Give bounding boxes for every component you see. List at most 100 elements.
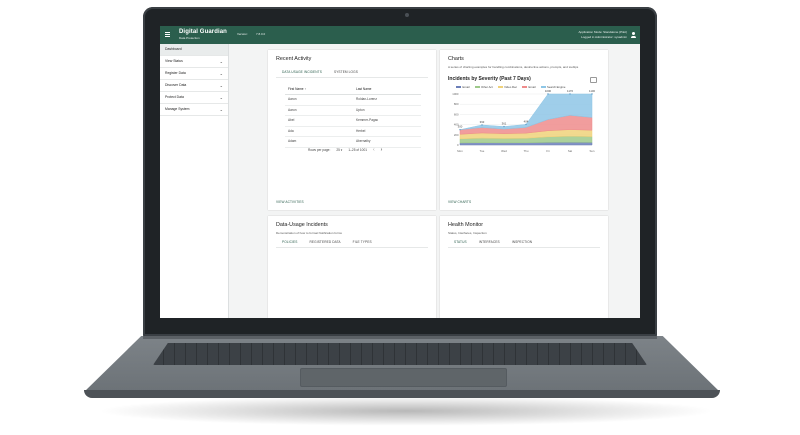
y-tick-label: 200 (454, 133, 459, 137)
x-tick-label: Tue (480, 149, 485, 153)
table-row[interactable]: Aaron Roldan-Lorenz (285, 95, 421, 106)
table-cell: Aaron (288, 107, 297, 112)
brand-name: Digital Guardian (179, 29, 227, 35)
app-screen: Digital Guardian Data Protection Version… (160, 26, 640, 318)
incidents-description: Demonstration of how to format Notificat… (276, 231, 342, 235)
hamburger-menu-icon[interactable] (165, 32, 170, 37)
table-row[interactable]: Adam Abernathy (285, 137, 421, 148)
laptop-trackpad (300, 368, 507, 387)
data-label: 1170 (567, 90, 573, 93)
sidebar-item-label: View Status (165, 59, 183, 63)
chevron-down-icon: ⌄ (219, 71, 223, 76)
sidebar-item-protect-data[interactable]: Protect Data ⌄ (160, 92, 228, 104)
table-cell: Abel (288, 118, 295, 122)
data-point (503, 125, 505, 128)
application-mode: Application Mode: Standalone (Pilot) (578, 30, 627, 34)
data-label: 393 (480, 120, 485, 124)
legend-item[interactable]: Email (456, 85, 470, 89)
tab-divider (276, 247, 428, 248)
legend-item[interactable]: Video Rec (497, 85, 517, 89)
rows-per-page-label: Rows per page: (308, 148, 331, 152)
charts-card: Charts A series of charting examples for… (440, 50, 608, 210)
sidebar-item-dashboard[interactable]: Dashboard (160, 44, 228, 56)
activity-table: First Name ↑ Last Name Aaron Roldan-Loren… (285, 85, 421, 148)
rows-per-page-value: 25 (336, 148, 340, 152)
x-tick-label: Thu (524, 149, 529, 153)
legend-label: Other Act (481, 85, 493, 89)
y-tick-label: 0 (457, 143, 459, 147)
legend-label: Email (462, 85, 470, 89)
chart-legend: Email Other Act Video Rec Email Search E… (456, 85, 565, 89)
tab-divider (276, 77, 428, 78)
table-cell: Kemmer-Pagac (356, 118, 379, 122)
y-tick-label: 1000 (452, 92, 459, 96)
table-header: First Name ↑ Last Name (285, 85, 421, 95)
data-label: 404 (524, 119, 529, 123)
app-header: Digital Guardian Data Protection Version… (160, 26, 640, 44)
version-value: 7.8.0.0 (256, 32, 266, 36)
table-cell: Aaron (288, 97, 297, 101)
print-icon[interactable] (590, 77, 597, 83)
table-cell: Herbel (356, 128, 366, 133)
legend-item[interactable]: Search Engine (540, 85, 565, 89)
chevron-down-icon: ⌄ (219, 59, 223, 64)
legend-item[interactable]: Other Act (474, 85, 493, 89)
table-cell: Roldan-Lorenz (356, 97, 377, 101)
column-header-last-name[interactable]: Last Name (356, 85, 421, 94)
incidents-title: Data-Usage Incidents (276, 222, 328, 228)
view-activities-link[interactable]: VIEW ACTIVITIES (276, 200, 304, 204)
data-point (459, 129, 461, 131)
data-point (481, 124, 483, 126)
data-label: 361 (502, 122, 507, 126)
charts-title: Charts (448, 56, 464, 62)
legend-swatch (540, 86, 546, 88)
sidebar-item-label: Protect Data (165, 95, 184, 99)
version-label: Version: (237, 32, 248, 36)
table-cell: Ada (288, 128, 294, 133)
data-usage-incidents-card: Data-Usage Incidents Demonstration of ho… (268, 216, 436, 318)
laptop-keyboard (153, 343, 647, 365)
data-label: 1100 (589, 90, 595, 93)
table-cell: Adam (288, 139, 297, 143)
sidebar-item-label: Discover Data (165, 83, 187, 87)
recent-activity-card: Recent Activity DATA USAGE INCIDENTS SYS… (268, 50, 436, 210)
x-tick-label: Sat (568, 149, 572, 153)
sidebar-item-view-status[interactable]: View Status ⌄ (160, 56, 228, 68)
data-point (525, 123, 527, 126)
user-account-icon[interactable] (631, 32, 636, 38)
chart-title: Incidents by Severity (Past 7 Days) (448, 76, 531, 82)
data-label: 1000 (545, 90, 552, 93)
table-pagination: Rows per page: 25 ▾ 1–25 of 1001 ‹ › (308, 147, 382, 153)
table-row[interactable]: Ada Herbel (285, 127, 421, 137)
health-title: Health Monitor (448, 222, 484, 228)
laptop-shadow (96, 396, 716, 426)
column-header-first-name[interactable]: First Name ↑ (285, 85, 356, 94)
legend-swatch (497, 86, 503, 88)
data-point (547, 93, 549, 95)
sidebar-item-label: Manage System (165, 107, 190, 111)
rows-per-page-select[interactable]: 25 ▾ (336, 148, 342, 152)
legend-item[interactable]: Email (522, 85, 536, 89)
brand-subtitle: Data Protection (179, 36, 200, 40)
table-row[interactable]: Abel Kemmer-Pagac (285, 116, 421, 127)
previous-page-icon[interactable]: ‹ (373, 147, 375, 153)
x-tick-label: Wed (501, 149, 507, 153)
sidebar-item-manage-system[interactable]: Manage System ⌄ (160, 104, 228, 116)
pagination-range: 1–25 of 1001 (348, 148, 367, 152)
next-page-icon[interactable]: › (381, 147, 383, 153)
sidebar-item-label: Register Data (165, 71, 186, 75)
sidebar-item-discover-data[interactable]: Discover Data ⌄ (160, 80, 228, 92)
table-row[interactable]: Aaron Upton (285, 106, 421, 116)
laptop-base-edge (84, 390, 720, 398)
sidebar-item-register-data[interactable]: Register Data ⌄ (160, 68, 228, 80)
recent-activity-title: Recent Activity (276, 56, 312, 62)
logged-in-user: Logged in Administrator: sysadmin (581, 35, 627, 39)
table-cell: Abernathy (356, 139, 371, 143)
data-point (569, 93, 571, 95)
chevron-down-icon: ⌄ (219, 107, 223, 112)
x-tick-label: Sun (590, 149, 595, 153)
y-tick-label: 600 (454, 112, 459, 116)
charts-description: A series of charting examples for handli… (448, 65, 579, 69)
view-charts-link[interactable]: VIEW CHARTS (448, 200, 471, 204)
health-description: Status, Interfaces, Inspection (448, 231, 487, 235)
